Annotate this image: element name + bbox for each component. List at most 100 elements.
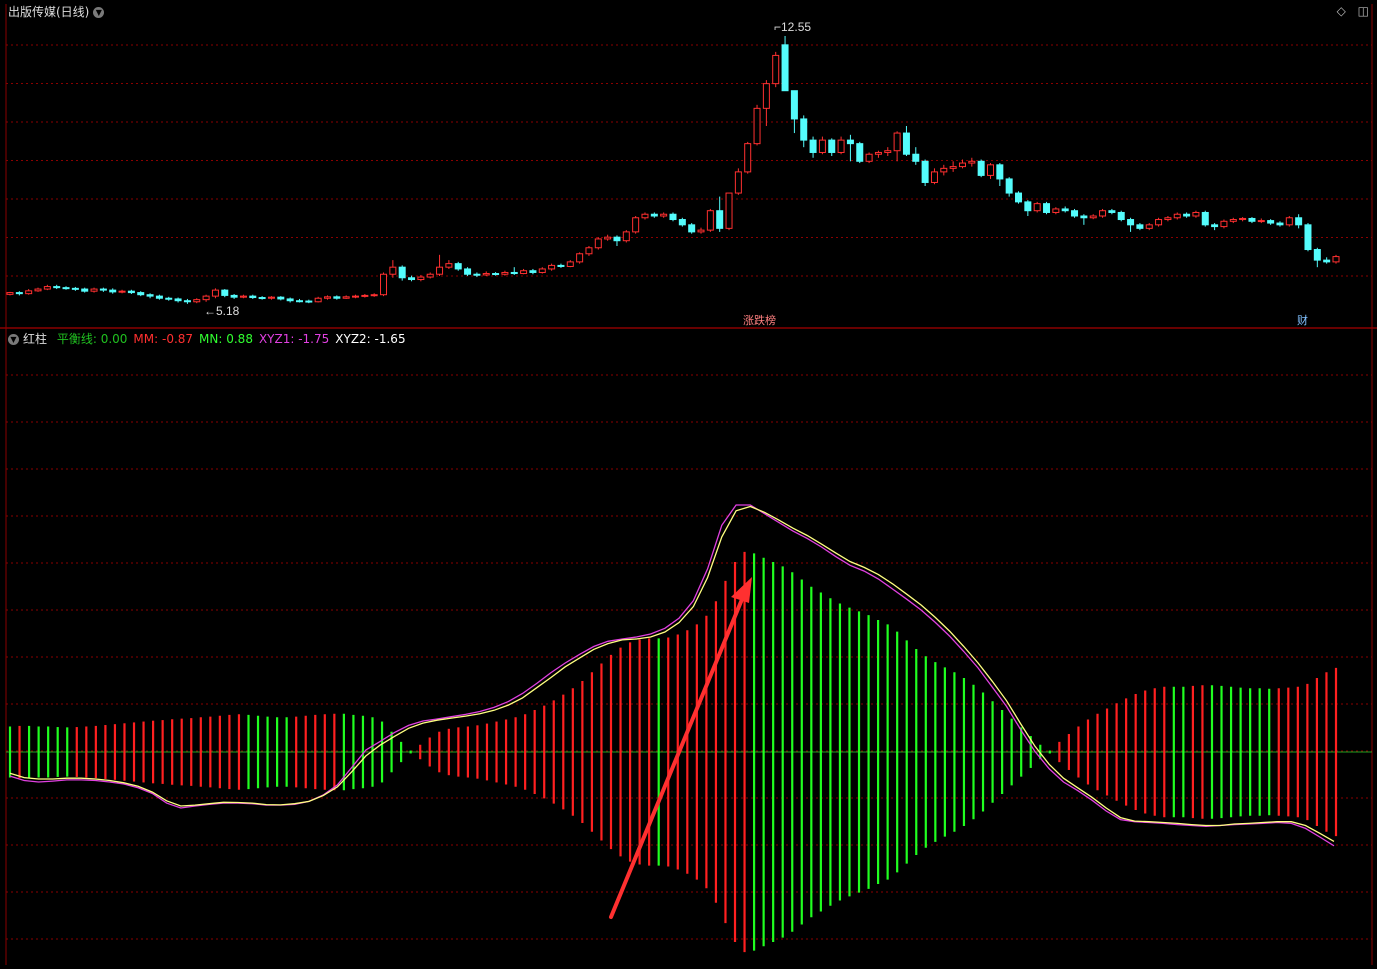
candle-body xyxy=(566,261,574,267)
candle-body xyxy=(557,264,565,267)
candle-body xyxy=(1267,220,1275,224)
candle-body xyxy=(417,276,425,281)
candle-body xyxy=(109,289,117,293)
candle-body xyxy=(71,287,79,290)
candle-body xyxy=(90,288,98,292)
candle-body xyxy=(323,296,331,299)
candle-body xyxy=(333,296,341,299)
candle-body xyxy=(996,164,1004,180)
indicator-menu-icon[interactable]: ▼ xyxy=(8,334,19,345)
candle-body xyxy=(155,295,163,299)
candle-body xyxy=(548,264,556,270)
candle-body xyxy=(529,270,537,273)
candle-body xyxy=(426,273,434,278)
candle-body xyxy=(258,297,266,300)
candle-body xyxy=(604,236,612,240)
candle-body xyxy=(25,290,33,295)
candle-body xyxy=(62,287,70,290)
candle-body xyxy=(1192,211,1200,217)
candle-body xyxy=(790,90,798,120)
candle-body xyxy=(482,273,490,276)
candle-body xyxy=(389,266,397,275)
candle-body xyxy=(716,210,724,229)
candlestick-series xyxy=(6,36,1340,304)
candle-body xyxy=(43,286,51,290)
candle-body xyxy=(660,213,668,217)
candle-body xyxy=(734,171,742,194)
legend-entry: MM: -0.87 xyxy=(133,332,194,346)
candle-body xyxy=(594,238,602,249)
grid xyxy=(6,44,1372,940)
candle-body xyxy=(912,153,920,162)
candle-body xyxy=(856,143,864,162)
restore-icon[interactable]: ◫ xyxy=(1358,4,1369,18)
candle-body xyxy=(986,164,994,176)
candle-body xyxy=(361,294,369,297)
candle-body xyxy=(1220,220,1228,228)
candle-body xyxy=(632,217,640,233)
candle-body xyxy=(53,286,61,289)
candle-body xyxy=(921,160,929,183)
candle-body xyxy=(641,213,649,219)
chart-title-text: 出版传媒(日线) xyxy=(8,5,90,19)
candle-body xyxy=(1117,211,1125,221)
chevron-down-icon[interactable]: ▼ xyxy=(93,7,105,18)
candle-body xyxy=(1239,217,1247,221)
candle-body xyxy=(1164,217,1172,221)
legend-entry: 平衡线: 0.00 xyxy=(56,332,128,346)
high-price-label: ⌐12.55 xyxy=(774,20,811,34)
candle-body xyxy=(1071,210,1079,217)
candle-body xyxy=(613,236,621,242)
candle-body xyxy=(1089,215,1097,219)
candle-body xyxy=(137,292,145,296)
candle-body xyxy=(370,294,378,297)
candle-body xyxy=(183,300,191,303)
candle-body xyxy=(295,300,303,303)
candle-body xyxy=(678,219,686,226)
candle-body xyxy=(706,210,714,231)
indicator-name: 红柱 xyxy=(23,332,48,346)
diamond-icon[interactable]: ◇ xyxy=(1337,4,1346,18)
candle-body xyxy=(725,192,733,229)
candle-body xyxy=(501,271,509,275)
candle-body xyxy=(865,153,873,162)
candle-body xyxy=(781,44,789,92)
candle-body xyxy=(1248,217,1256,222)
candle-body xyxy=(1145,224,1153,229)
candle-body xyxy=(221,289,229,296)
chart-title: 出版传媒(日线) ▼ xyxy=(8,3,105,20)
event-marker: 涨跌榜 xyxy=(743,313,776,327)
candle-body xyxy=(380,273,388,296)
candle-body xyxy=(1173,213,1181,219)
candle-body xyxy=(1257,220,1265,223)
candle-body xyxy=(127,290,135,294)
candle-body xyxy=(267,296,275,299)
event-marker: 财 xyxy=(1297,313,1308,327)
candle-body xyxy=(99,288,107,291)
candle-body xyxy=(239,295,247,298)
candle-body xyxy=(1033,203,1041,212)
candle-body xyxy=(492,273,500,276)
candle-body xyxy=(81,288,89,292)
candle-body xyxy=(1276,222,1284,226)
candle-body xyxy=(762,83,770,109)
candle-body xyxy=(249,295,257,299)
candle-body xyxy=(454,263,462,270)
candle-body xyxy=(202,295,210,301)
candle-body xyxy=(1024,201,1032,212)
candle-body xyxy=(230,294,238,298)
candle-body xyxy=(753,107,761,145)
candle-body xyxy=(1052,208,1060,213)
candle-body xyxy=(884,150,892,153)
candle-body xyxy=(538,268,546,273)
indicator-legend: ▼ 红柱 平衡线: 0.00 MM: -0.87 MN: 0.88 XYZ1: -1.7… xyxy=(8,330,412,347)
candle-body xyxy=(314,297,322,303)
window-controls: ◇ ◫ xyxy=(1329,4,1369,18)
candle-body xyxy=(352,295,360,298)
candle-body xyxy=(1332,256,1340,263)
candle-body xyxy=(277,296,285,300)
candle-body xyxy=(772,54,780,85)
candle-body xyxy=(669,213,677,221)
candle-body xyxy=(1043,203,1051,213)
candle-body xyxy=(902,132,910,155)
